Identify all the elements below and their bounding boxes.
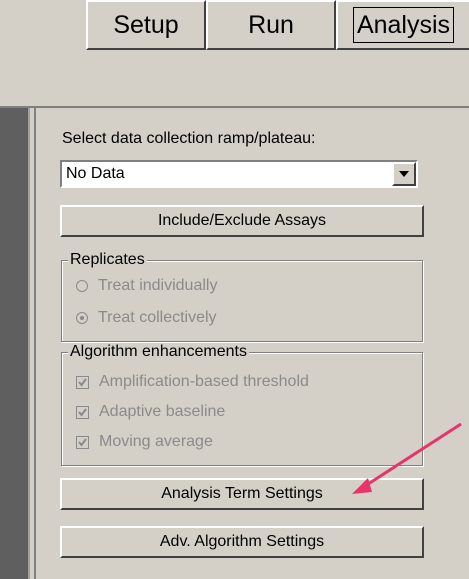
ramp-dropdown[interactable]: No Data	[60, 160, 418, 188]
tab-run[interactable]: Run	[206, 0, 336, 50]
tab-setup[interactable]: Setup	[86, 0, 206, 50]
chevron-down-icon	[399, 171, 409, 177]
separator-line	[28, 108, 30, 579]
tab-setup-label: Setup	[113, 10, 179, 39]
radio-treat-collectively[interactable]: Treat collectively	[76, 309, 217, 327]
toolbar-strip	[0, 62, 469, 108]
checkbox-amplification-threshold-label: Amplification-based threshold	[99, 373, 309, 390]
checkbox-moving-average[interactable]: Moving average	[76, 433, 213, 451]
left-dark-strip	[0, 108, 28, 579]
radio-treat-individually[interactable]: Treat individually	[76, 277, 217, 295]
analysis-term-settings-label: Analysis Term Settings	[161, 485, 323, 502]
checkbox-checked-icon	[76, 435, 89, 449]
adv-algorithm-settings-label: Adv. Algorithm Settings	[159, 533, 325, 550]
include-exclude-assays-button[interactable]: Include/Exclude Assays	[60, 205, 424, 237]
replicates-legend: Replicates	[68, 251, 147, 269]
checkbox-adaptive-baseline[interactable]: Adaptive baseline	[76, 403, 225, 421]
algorithm-enhancements-legend: Algorithm enhancements	[68, 343, 249, 361]
dropdown-arrow-button[interactable]	[392, 162, 416, 186]
checkbox-amplification-threshold[interactable]: Amplification-based threshold	[76, 373, 309, 391]
radio-icon	[76, 280, 88, 292]
tab-run-label: Run	[248, 10, 294, 39]
tab-analysis-label: Analysis	[352, 7, 455, 43]
tab-analysis[interactable]: Analysis	[336, 0, 469, 50]
adv-algorithm-settings-button[interactable]: Adv. Algorithm Settings	[60, 526, 424, 558]
radio-treat-collectively-label: Treat collectively	[98, 309, 217, 326]
analysis-term-settings-button[interactable]: Analysis Term Settings	[60, 478, 424, 510]
ramp-dropdown-value: No Data	[66, 165, 125, 182]
radio-treat-individually-label: Treat individually	[98, 277, 218, 294]
include-exclude-assays-label: Include/Exclude Assays	[157, 212, 327, 229]
checkbox-moving-average-label: Moving average	[99, 433, 213, 450]
checkbox-checked-icon	[76, 405, 89, 419]
checkbox-checked-icon	[76, 375, 89, 389]
radio-selected-icon	[76, 312, 88, 324]
algorithm-enhancements-group: Algorithm enhancements Amplification-bas…	[61, 343, 423, 466]
ramp-select-label: Select data collection ramp/plateau:	[62, 130, 316, 147]
replicates-group: Replicates Treat individually Treat coll…	[61, 251, 423, 342]
checkbox-adaptive-baseline-label: Adaptive baseline	[99, 403, 226, 420]
top-tab-bar: Setup Run Analysis	[0, 0, 469, 62]
